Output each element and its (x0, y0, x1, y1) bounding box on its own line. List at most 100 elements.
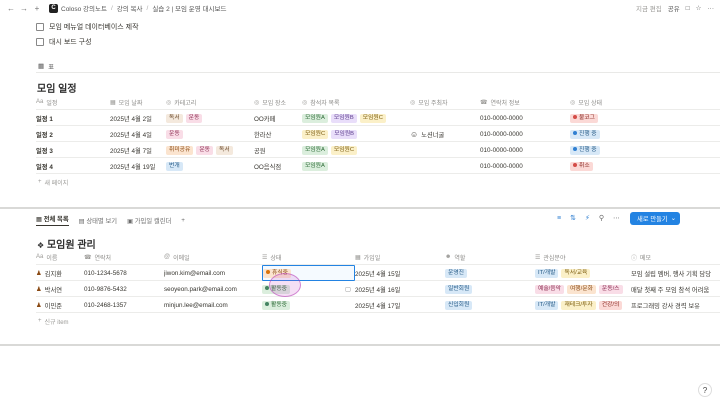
host-cell[interactable] (410, 110, 480, 126)
category-cell[interactable]: 독서 운동 (166, 110, 256, 126)
row-title[interactable]: 일정 4 (36, 158, 110, 174)
role-cell[interactable]: 운영진 (445, 265, 535, 281)
joined-cell[interactable]: 2025년 4월 17일 (355, 297, 445, 313)
category-cell[interactable]: 운동 (166, 126, 256, 142)
column-header[interactable]: ☰ 상태 (262, 249, 355, 265)
attendees-cell[interactable]: 모임원A 모임원B 모임원C (302, 110, 410, 126)
chevron-down-icon[interactable]: ⌄ (671, 215, 676, 222)
column-header[interactable]: ⓘ 메모 (631, 249, 720, 265)
status-cell[interactable]: 진행 중 (570, 126, 720, 142)
checkbox[interactable] (36, 23, 44, 31)
column-header[interactable]: Aa 이름 (36, 249, 84, 265)
status-cell[interactable]: 진행 중 (570, 142, 720, 158)
category-cell[interactable]: 번개 (166, 158, 256, 174)
sort-icon[interactable]: ⇅ (570, 214, 576, 222)
place-cell[interactable]: OO카페 (254, 110, 302, 126)
forward-arrow-icon[interactable]: → (19, 3, 29, 13)
row-title[interactable]: 일정 2 (36, 126, 110, 142)
member-name-cell[interactable]: ♟ 이민준 (36, 297, 84, 313)
filter-icon[interactable]: ≡ (557, 215, 561, 222)
tab-status-view[interactable]: ▤ 상태별 보기 (79, 216, 117, 225)
status-cell[interactable]: 취소 (570, 158, 720, 174)
plus-icon[interactable]: + (32, 3, 42, 13)
column-header[interactable]: ◎ 참석자 목록 (302, 94, 410, 110)
column-header[interactable]: ☰ 관심분야 (535, 249, 631, 265)
memo-cell[interactable]: 모임 설립 멤버, 행사 기획 담당 (631, 265, 720, 281)
add-view-icon[interactable]: + (181, 217, 185, 224)
memo-cell[interactable]: 프로그래밍 강사 경력 보유 (631, 297, 720, 313)
checklist-item[interactable]: 대시 보드 구성 (36, 37, 92, 47)
help-icon[interactable]: ? (698, 383, 712, 397)
interests-cell[interactable]: IT/개발 독서/교육 (535, 265, 631, 281)
new-item-row[interactable]: + 신규 item (36, 313, 720, 329)
table-row[interactable]: 일정 4 2025년 4월 19일 번개 OO음식점 모임원A 010-0000-0000… (36, 158, 720, 174)
column-header[interactable]: ◎ 카테고리 (166, 94, 256, 110)
column-header[interactable]: @ 이메일 (164, 249, 262, 265)
share-button[interactable]: 공유 (668, 3, 680, 13)
joined-cell[interactable]: 2025년 4월 16일 (355, 281, 445, 297)
table-row[interactable]: 일정 1 2025년 4월 2일 독서 운동 OO카페 모임원A 모임원B 모임원C 010-0… (36, 110, 720, 126)
table-view-label[interactable]: ▦ 표 (38, 61, 54, 71)
comment-icon[interactable]: □ (686, 5, 690, 12)
phone-cell[interactable]: 010-0000-0000 (480, 142, 570, 158)
phone-cell[interactable]: 010-0000-0000 (480, 158, 570, 174)
phone-cell[interactable]: 010-2468-1357 (84, 297, 164, 313)
host-cell[interactable] (410, 142, 480, 158)
interests-cell[interactable]: 예술/음악 여행/문화 운동/스 (535, 281, 631, 297)
role-cell[interactable]: 일반회원 (445, 281, 535, 297)
column-header[interactable]: ◎ 모임 장소 (254, 94, 302, 110)
breadcrumb-item[interactable]: Coloso 강의노트 (61, 3, 107, 13)
table-row[interactable]: ♟ 박서연 010-9876-5432 seoyeon.park@email.com 활… (36, 281, 720, 297)
role-cell[interactable]: 신입회원 (445, 297, 535, 313)
column-header[interactable]: ▦ 가입일 (355, 249, 445, 265)
phone-cell[interactable]: 010-9876-5432 (84, 281, 164, 297)
memo-cell[interactable]: 매달 첫째 주 모임 참석 어려움 (631, 281, 720, 297)
phone-cell[interactable]: 010-1234-5678 (84, 265, 164, 281)
phone-cell[interactable]: 010-0000-0000 (480, 126, 570, 142)
table-row[interactable]: 일정 3 2025년 4월 7일 취미공유 운동 독서 공원 모임원A 모임원C 010-000… (36, 142, 720, 158)
place-cell[interactable]: 공원 (254, 142, 302, 158)
interests-cell[interactable]: IT/개발 재테크/투자 건강/의 (535, 297, 631, 313)
host-cell[interactable] (410, 158, 480, 174)
checkbox[interactable] (36, 38, 44, 46)
star-icon[interactable]: ☆ (696, 4, 702, 12)
tab-all-list[interactable]: ▦ 전체 목록 (36, 214, 69, 226)
row-title[interactable]: 일정 3 (36, 142, 110, 158)
tab-join-calendar[interactable]: ▣ 가입일 캘린더 (127, 216, 171, 225)
column-header[interactable]: ☎ 연락처 정보 (480, 94, 570, 110)
table-row[interactable]: ♟ 김지환 010-1234-5678 jiwon.kim@email.com 휴식중 2… (36, 265, 720, 281)
new-record-button[interactable]: 새로 만들기 ⌄ (630, 212, 680, 225)
column-header[interactable]: ◎ 모임 상태 (570, 94, 720, 110)
table-row[interactable]: ♟ 이민준 010-2468-1357 minjun.lee@email.com 활동중… (36, 297, 720, 313)
status-cell[interactable]: 불코그 (570, 110, 720, 126)
status-cell[interactable]: 활동중 (262, 297, 355, 313)
settings-icon[interactable]: ⋯ (613, 214, 620, 222)
column-header[interactable]: ☻ 역할 (445, 249, 535, 265)
attendees-cell[interactable]: 모임원A 모임원C (302, 142, 410, 158)
row-title[interactable]: 일정 1 (36, 110, 110, 126)
column-header[interactable]: ☎ 연락처 (84, 249, 164, 265)
column-header[interactable]: Aa 일정 (36, 94, 110, 110)
phone-cell[interactable]: 010-0000-0000 (480, 110, 570, 126)
host-cell[interactable]: ☺ 노션너굴 (410, 126, 480, 142)
breadcrumb-item[interactable]: 실습 2 | 모임 운영 대시보드 (152, 3, 226, 13)
email-cell[interactable]: jiwon.kim@email.com (164, 265, 262, 281)
comment-icon[interactable]: ▢ (345, 286, 351, 293)
member-name-cell[interactable]: ♟ 박서연 (36, 281, 84, 297)
place-cell[interactable]: OO음식점 (254, 158, 302, 174)
new-item-button[interactable]: + 신규 item (38, 313, 238, 329)
email-cell[interactable]: seoyeon.park@email.com (164, 281, 262, 297)
joined-cell[interactable]: 2025년 4월 15일 (355, 265, 445, 281)
back-arrow-icon[interactable]: ← (6, 3, 16, 13)
place-cell[interactable]: 한라산 (254, 126, 302, 142)
email-cell[interactable]: minjun.lee@email.com (164, 297, 262, 313)
column-header[interactable]: ◎ 모임 주최자 (410, 94, 480, 110)
new-page-button[interactable]: + 새 페이지 (38, 174, 238, 190)
category-cell[interactable]: 취미공유 운동 독서 (166, 142, 256, 158)
attendees-cell[interactable]: 모임원C 모임원B (302, 126, 410, 142)
checklist-item[interactable]: 모임 메뉴얼 데이터베이스 제작 (36, 22, 139, 32)
new-page-row[interactable]: + 새 페이지 (36, 174, 720, 190)
table-row[interactable]: 일정 2 2025년 4월 4일 운동 한라산 모임원C 모임원B ☺ 노션너굴 010-000… (36, 126, 720, 142)
automation-icon[interactable]: ⚡ (585, 214, 590, 222)
more-icon[interactable]: ··· (708, 5, 715, 12)
